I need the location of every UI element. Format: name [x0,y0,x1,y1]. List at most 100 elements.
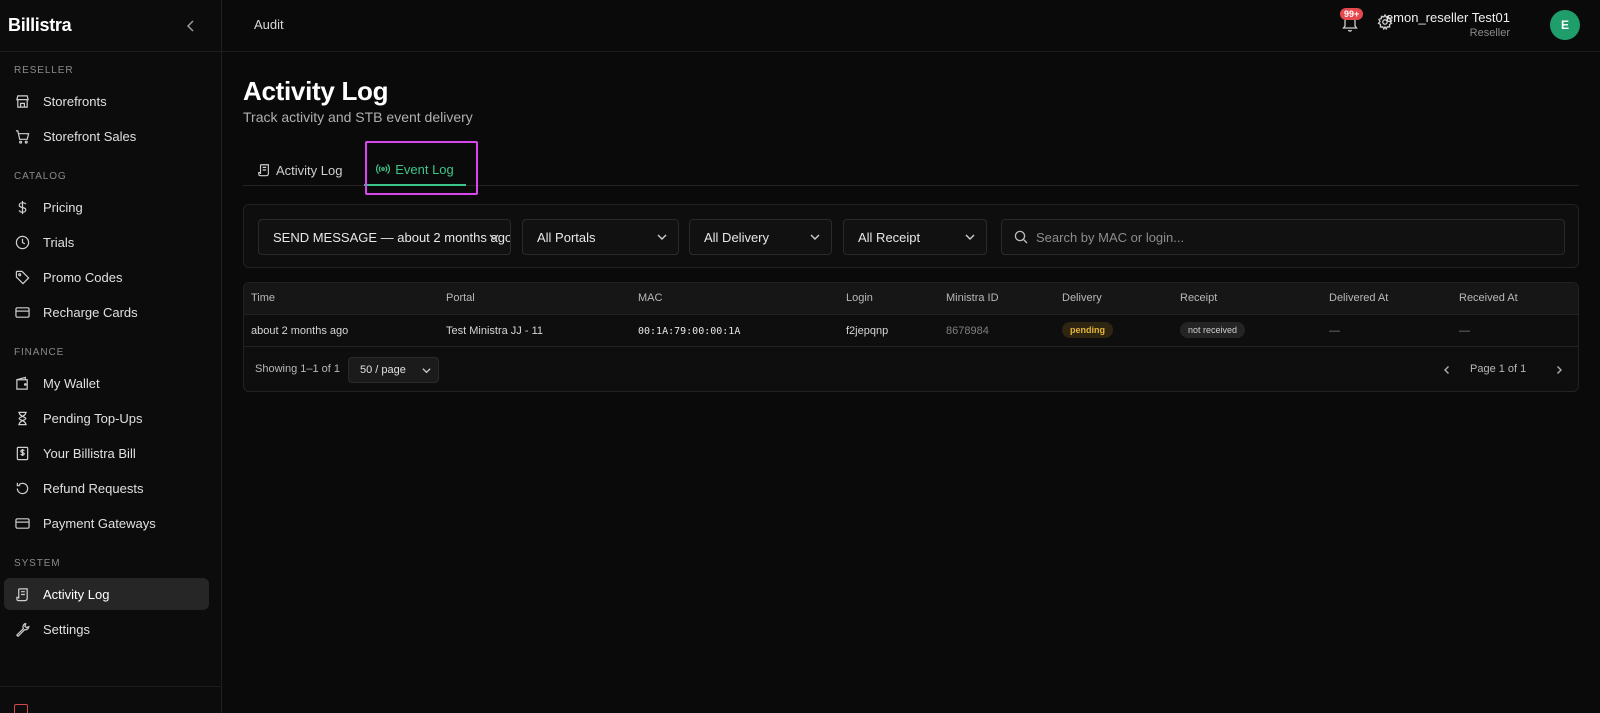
search-box[interactable] [1001,219,1565,255]
column-header-ministra-id[interactable]: Ministra ID [946,292,999,304]
receipt-select[interactable]: All Receipt [843,219,987,255]
cart-icon [14,128,30,144]
per-page-value: 50 / page [360,364,406,376]
chevron-down-icon [656,231,668,243]
column-header-delivered-at[interactable]: Delivered At [1329,292,1388,304]
column-header-mac[interactable]: MAC [638,292,662,304]
cell-time: about 2 months ago [251,325,349,337]
page-subtitle: Track activity and STB event delivery [243,109,473,125]
user-name[interactable]: emon_reseller Test01 [1386,10,1510,25]
sidebar-item-label: My Wallet [43,375,100,391]
breadcrumb[interactable]: Audit [254,17,284,32]
sidebar-item-pending-top-ups[interactable]: Pending Top-Ups [4,402,209,434]
column-header-login[interactable]: Login [846,292,873,304]
sidebar-item-promo-codes[interactable]: Promo Codes [4,261,209,293]
event-table: Time Portal MAC Login Ministra ID Delive… [243,282,1579,392]
prev-page-button[interactable] [1434,357,1460,383]
section-title-system: SYSTEM [14,557,61,569]
dollar-icon [14,199,30,215]
highlight-box [365,141,478,195]
section-title-catalog: CATALOG [14,170,67,182]
logout-icon[interactable] [14,704,28,713]
wallet-icon [14,375,30,391]
refund-icon [14,480,30,496]
sidebar-item-refund-requests[interactable]: Refund Requests [4,472,209,504]
filter-bar: SEND MESSAGE — about 2 months ago All Po… [243,204,1579,268]
app-root: Billistra RESELLER Storefronts Storefron… [0,0,1600,713]
event-select[interactable]: SEND MESSAGE — about 2 months ago [258,219,511,255]
cell-portal: Test Ministra JJ - 11 [446,325,543,337]
search-icon [1014,230,1028,244]
sidebar-item-label: Storefront Sales [43,128,137,144]
sidebar-item-trials[interactable]: Trials [4,226,209,258]
receipt-select-value: All Receipt [858,229,921,245]
sidebar-item-billistra-bill[interactable]: Your Billistra Bill [4,437,209,469]
sidebar-item-label: Promo Codes [43,269,123,285]
cell-received-at: — [1459,325,1470,337]
delivery-select-value: All Delivery [704,229,770,245]
hourglass-icon [14,410,30,426]
card-icon [14,515,30,531]
page-title: Activity Log [243,76,389,106]
clock-icon [14,234,30,250]
sidebar-item-label: Payment Gateways [43,515,156,531]
status-badge-receipt: not received [1180,322,1246,338]
topbar: Audit 99+ emon_reseller Test01 Reseller … [222,0,1600,52]
sidebar-item-pricing[interactable]: Pricing [4,191,209,223]
tab-label: Activity Log [276,162,343,178]
next-page-button[interactable] [1546,357,1572,383]
user-role: Reseller [1469,27,1510,39]
chevron-right-icon [1557,366,1562,374]
brand-row: Billistra [0,0,221,52]
cell-ministra-id: 8678984 [946,325,989,337]
collapse-sidebar-icon[interactable] [183,18,199,34]
search-input[interactable] [1036,229,1564,245]
column-header-received-at[interactable]: Received At [1459,292,1518,304]
tag-icon [14,269,30,285]
sidebar-item-activity-log[interactable]: Activity Log [4,578,209,610]
column-header-portal[interactable]: Portal [446,292,475,304]
chevron-left-icon [1444,366,1449,374]
bill-icon [14,445,30,461]
page-indicator: Page 1 of 1 [1470,363,1527,375]
table-row[interactable]: about 2 months ago Test Ministra JJ - 11… [244,315,1578,347]
cell-delivered-at: — [1329,325,1340,337]
sidebar: Billistra RESELLER Storefronts Storefron… [0,0,222,713]
scroll-icon [257,163,271,177]
cell-login: f2jepqnp [846,325,889,337]
sidebar-item-settings[interactable]: Settings [4,613,209,645]
sidebar-item-storefronts[interactable]: Storefronts [4,85,209,117]
chevron-down-icon [421,365,432,376]
showing-count: Showing 1–1 of 1 [255,363,341,375]
sidebar-item-label: Recharge Cards [43,304,138,320]
sidebar-item-label: Activity Log [43,586,110,602]
per-page-select[interactable]: 50 / page [348,357,439,383]
sidebar-item-label: Trials [43,234,75,250]
portal-select[interactable]: All Portals [522,219,679,255]
sidebar-item-label: Refund Requests [43,480,144,496]
tab-activity-log[interactable]: Activity Log [257,154,342,186]
section-title-reseller: RESELLER [14,64,74,76]
sidebar-item-recharge-cards[interactable]: Recharge Cards [4,296,209,328]
wrench-icon [14,621,30,637]
sidebar-item-label: Settings [43,621,90,637]
sidebar-footer-divider [0,686,221,687]
cell-mac: 00:1A:79:00:00:1A [638,326,741,337]
table-header: Time Portal MAC Login Ministra ID Delive… [244,283,1578,315]
sidebar-item-label: Pending Top-Ups [43,410,143,426]
chevron-down-icon [488,231,500,243]
sidebar-item-label: Pricing [43,199,83,215]
column-header-time[interactable]: Time [251,292,275,304]
sidebar-item-my-wallet[interactable]: My Wallet [4,367,209,399]
avatar[interactable]: E [1550,10,1580,40]
table-footer: Showing 1–1 of 1 50 / page Page 1 of 1 [244,347,1578,391]
column-header-delivery[interactable]: Delivery [1062,292,1102,304]
sidebar-item-storefront-sales[interactable]: Storefront Sales [4,120,209,152]
chevron-down-icon [809,231,821,243]
chevron-down-icon [964,231,976,243]
delivery-select[interactable]: All Delivery [689,219,832,255]
column-header-receipt[interactable]: Receipt [1180,292,1217,304]
sidebar-item-label: Storefronts [43,93,107,109]
card-icon [14,304,30,320]
sidebar-item-payment-gateways[interactable]: Payment Gateways [4,507,209,539]
